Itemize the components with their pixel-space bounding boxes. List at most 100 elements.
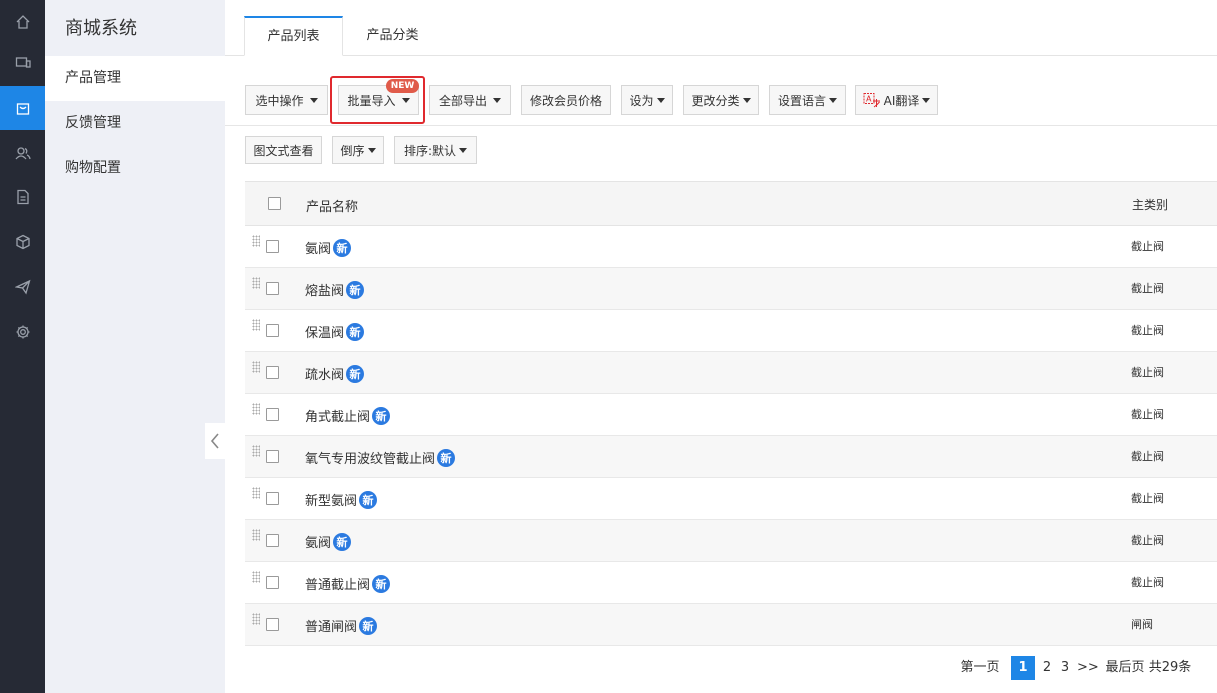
- export-all-label: 全部导出: [438, 93, 487, 108]
- product-name[interactable]: 熔盐阀: [305, 280, 344, 299]
- pagination-first[interactable]: 第一页: [960, 656, 1000, 680]
- pagination-next[interactable]: >>: [1077, 656, 1099, 680]
- pagination-last[interactable]: 最后页: [1105, 656, 1145, 680]
- rail-document[interactable]: [0, 175, 45, 219]
- batch-import-label: 批量导入: [347, 93, 396, 108]
- select-ops-dropdown[interactable]: 选中操作: [245, 85, 328, 115]
- product-category: 截止阀: [1131, 576, 1164, 589]
- graphic-view-button[interactable]: 图文式查看: [245, 136, 322, 164]
- row-checkbox[interactable]: [266, 408, 279, 421]
- product-name-cell[interactable]: 新型氨阀新: [305, 490, 378, 509]
- member-price-label: 修改会员价格: [529, 93, 602, 108]
- product-name[interactable]: 氨阀: [305, 238, 331, 257]
- product-name[interactable]: 氧气专用波纹管截止阀: [305, 448, 435, 467]
- sidebar-item-product-management[interactable]: 产品管理: [45, 56, 225, 101]
- table-row[interactable]: 角式截止阀新 截止阀: [245, 394, 1217, 436]
- product-name[interactable]: 氨阀: [305, 532, 331, 551]
- pagination-page-2[interactable]: 2: [1039, 656, 1055, 680]
- row-checkbox[interactable]: [266, 534, 279, 547]
- table-row[interactable]: 氨阀新 截止阀: [245, 226, 1217, 268]
- product-name-cell[interactable]: 普通闸阀新: [305, 616, 378, 635]
- svg-text:A: A: [866, 95, 872, 104]
- product-name-cell[interactable]: 疏水阀新: [305, 364, 365, 383]
- product-name[interactable]: 角式截止阀: [305, 406, 370, 425]
- export-all-dropdown[interactable]: 全部导出: [429, 85, 511, 115]
- sidebar-item-feedback-management[interactable]: 反馈管理: [45, 101, 225, 146]
- product-category: 闸阀: [1131, 618, 1153, 631]
- drag-handle-icon[interactable]: [252, 403, 260, 415]
- caret-down-icon: [922, 97, 931, 103]
- table-row[interactable]: 新型氨阀新 截止阀: [245, 478, 1217, 520]
- sidebar-title: 商城系统: [65, 18, 137, 39]
- rail-monitor[interactable]: [0, 41, 45, 85]
- rail-settings[interactable]: [0, 310, 45, 354]
- pagination-page-3[interactable]: 3: [1057, 656, 1073, 680]
- icon-rail: [0, 0, 45, 693]
- select-all-checkbox[interactable]: [268, 197, 281, 210]
- pagination-page-1[interactable]: 1: [1011, 656, 1035, 680]
- drag-handle-icon[interactable]: [252, 571, 260, 583]
- product-name[interactable]: 普通闸阀: [305, 616, 357, 635]
- drag-handle-icon[interactable]: [252, 487, 260, 499]
- ai-translate-dropdown[interactable]: A AI翻译: [855, 85, 938, 115]
- change-category-dropdown[interactable]: 更改分类: [683, 85, 759, 115]
- product-category: 截止阀: [1131, 240, 1164, 253]
- row-checkbox[interactable]: [266, 576, 279, 589]
- rail-send[interactable]: [0, 265, 45, 309]
- row-checkbox[interactable]: [266, 324, 279, 337]
- tab-product-list[interactable]: 产品列表: [244, 16, 343, 56]
- reverse-order-dropdown[interactable]: 倒序: [332, 136, 384, 164]
- product-name-cell[interactable]: 氨阀新: [305, 532, 352, 551]
- row-checkbox[interactable]: [266, 618, 279, 631]
- table-row[interactable]: 氧气专用波纹管截止阀新 截止阀: [245, 436, 1217, 478]
- drag-handle-icon[interactable]: [252, 529, 260, 541]
- sidebar-item-shopping-config[interactable]: 购物配置: [45, 146, 225, 191]
- product-name-cell[interactable]: 普通截止阀新: [305, 574, 391, 593]
- drag-handle-icon[interactable]: [252, 319, 260, 331]
- set-language-dropdown[interactable]: 设置语言: [769, 85, 846, 115]
- table-row[interactable]: 普通闸阀新 闸阀: [245, 604, 1217, 646]
- table-row[interactable]: 保温阀新 截止阀: [245, 310, 1217, 352]
- sort-dropdown[interactable]: 排序:默认: [394, 136, 477, 164]
- member-price-button[interactable]: 修改会员价格: [521, 85, 611, 115]
- product-name-cell[interactable]: 氨阀新: [305, 238, 352, 257]
- row-checkbox[interactable]: [266, 366, 279, 379]
- rail-users[interactable]: [0, 131, 45, 175]
- new-tag-badge: 新: [333, 238, 352, 257]
- row-checkbox[interactable]: [266, 450, 279, 463]
- rail-home[interactable]: [0, 0, 45, 44]
- drag-handle-icon[interactable]: [252, 277, 260, 289]
- table-row[interactable]: 氨阀新 截止阀: [245, 520, 1217, 562]
- product-name-cell[interactable]: 角式截止阀新: [305, 406, 391, 425]
- drag-handle-icon[interactable]: [252, 361, 260, 373]
- tab-product-category[interactable]: 产品分类: [343, 16, 442, 56]
- product-name[interactable]: 保温阀: [305, 322, 344, 341]
- product-name[interactable]: 新型氨阀: [305, 490, 357, 509]
- set-as-dropdown[interactable]: 设为: [621, 85, 673, 115]
- main-content: 产品列表 产品分类 选中操作 批量导入 NEW 全部导出 修改会员价格 设为 更…: [225, 0, 1217, 693]
- product-name-cell[interactable]: 氧气专用波纹管截止阀新: [305, 448, 456, 467]
- new-tag-badge: 新: [346, 322, 365, 341]
- caret-down-icon: [309, 97, 318, 103]
- drag-handle-icon[interactable]: [252, 613, 260, 625]
- product-name-cell[interactable]: 保温阀新: [305, 322, 365, 341]
- row-checkbox[interactable]: [266, 240, 279, 253]
- collapse-sidebar-button[interactable]: [205, 423, 225, 459]
- caret-down-icon: [401, 97, 410, 103]
- product-name-cell[interactable]: 熔盐阀新: [305, 280, 365, 299]
- product-category: 截止阀: [1131, 282, 1164, 295]
- table-row[interactable]: 疏水阀新 截止阀: [245, 352, 1217, 394]
- drag-handle-icon[interactable]: [252, 445, 260, 457]
- table-row[interactable]: 普通截止阀新 截止阀: [245, 562, 1217, 604]
- product-name[interactable]: 疏水阀: [305, 364, 344, 383]
- row-checkbox[interactable]: [266, 282, 279, 295]
- row-checkbox[interactable]: [266, 492, 279, 505]
- drag-handle-icon[interactable]: [252, 235, 260, 247]
- translate-icon: A: [863, 93, 880, 108]
- table-row[interactable]: 熔盐阀新 截止阀: [245, 268, 1217, 310]
- rail-cube[interactable]: [0, 220, 45, 264]
- rail-shop[interactable]: [0, 86, 45, 130]
- new-tag-badge: 新: [437, 448, 456, 467]
- product-name[interactable]: 普通截止阀: [305, 574, 370, 593]
- ai-translate-label: AI翻译: [883, 93, 920, 108]
